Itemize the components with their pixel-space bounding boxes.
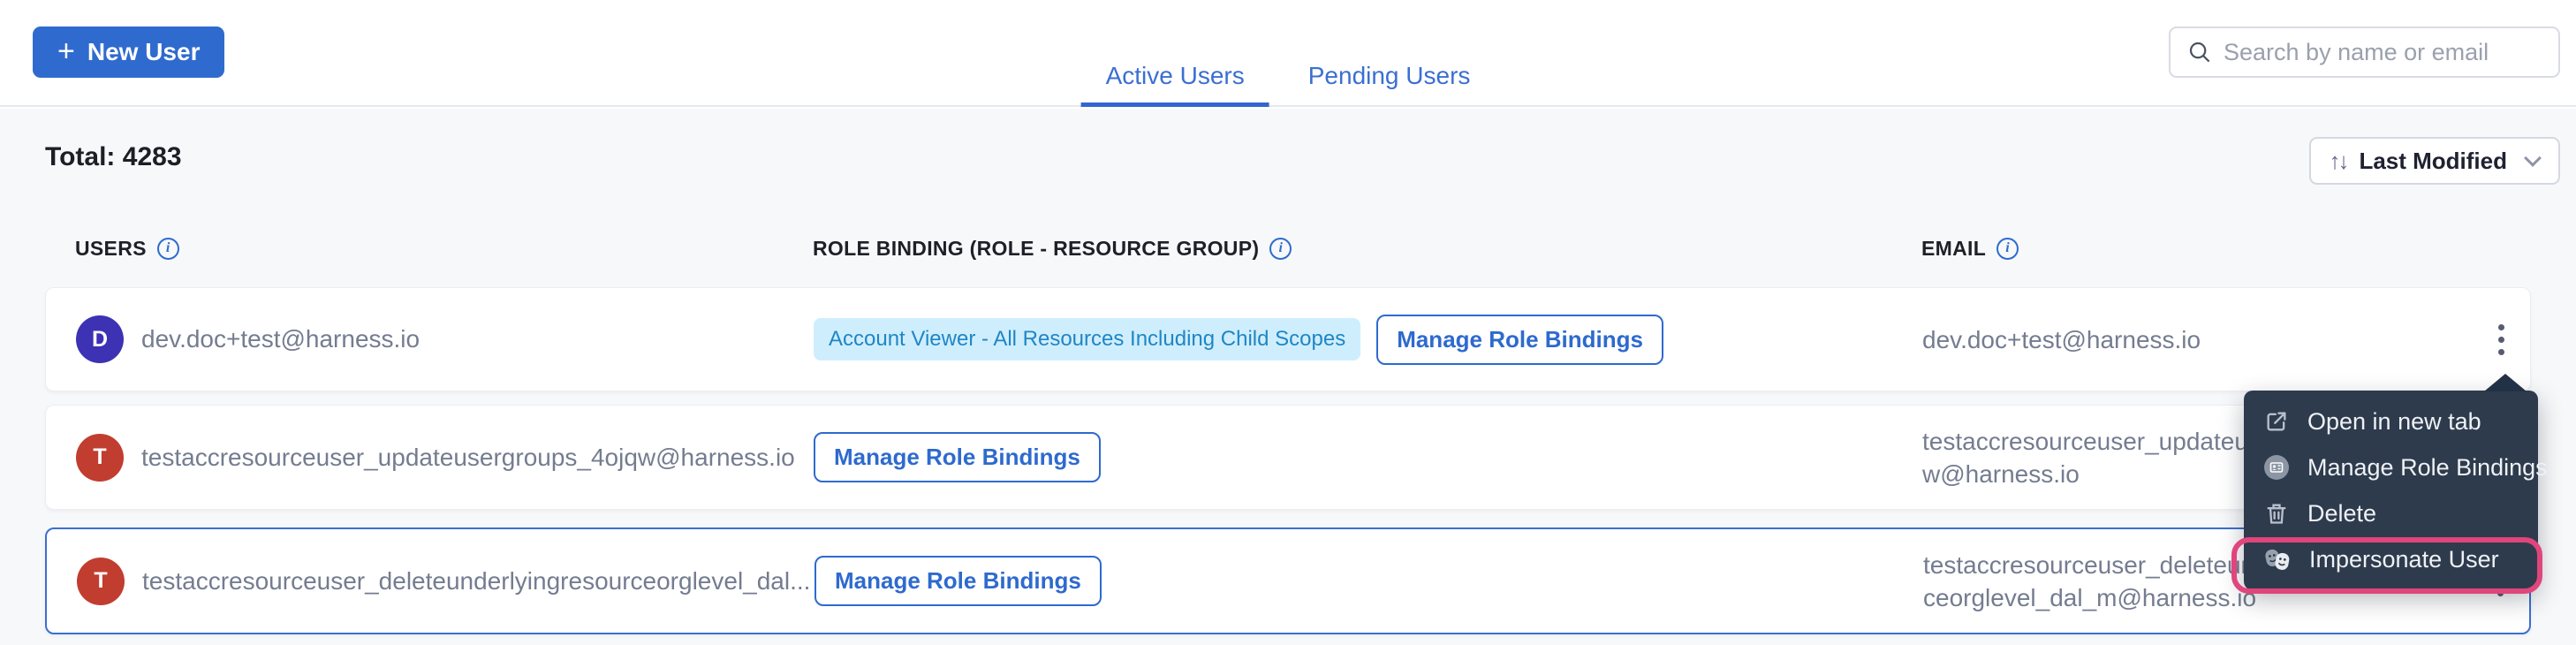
role-bindings-icon bbox=[2263, 454, 2290, 481]
manage-role-bindings-button[interactable]: Manage Role Bindings bbox=[814, 556, 1102, 606]
menu-caret bbox=[2484, 374, 2527, 391]
user-management-page: + New User Active Users Pending Users To… bbox=[0, 0, 2576, 645]
menu-item-open-in-new-tab[interactable]: Open in new tab bbox=[2244, 398, 2538, 444]
tab-pending-users[interactable]: Pending Users bbox=[1284, 62, 1496, 107]
total-count-label: Total: 4283 bbox=[45, 142, 182, 172]
menu-item-delete[interactable]: Delete bbox=[2244, 490, 2538, 536]
tab-active-users[interactable]: Active Users bbox=[1081, 62, 1269, 107]
top-header: + New User Active Users Pending Users bbox=[0, 0, 2576, 107]
menu-item-label: Manage Role Bindings bbox=[2307, 454, 2548, 482]
email-cell: dev.doc+test@harness.io bbox=[1922, 323, 2477, 356]
manage-role-bindings-button[interactable]: Manage Role Bindings bbox=[1376, 315, 1663, 365]
sort-arrows-icon: ↑↓ bbox=[2329, 148, 2346, 175]
info-icon[interactable]: i bbox=[1996, 238, 2019, 260]
role-binding-cell: Account Viewer - All Resources Including… bbox=[812, 315, 1922, 365]
row-context-menu: Open in new tab Manage Role Bindings bbox=[2244, 391, 2538, 590]
manage-role-bindings-button[interactable]: Manage Role Bindings bbox=[814, 432, 1101, 482]
table-row[interactable]: T testaccresourceuser_updateusergroups_4… bbox=[45, 405, 2531, 510]
open-in-new-tab-icon bbox=[2263, 409, 2290, 434]
user-name: testaccresourceuser_updateusergroups_4oj… bbox=[141, 444, 795, 472]
avatar: T bbox=[77, 558, 125, 605]
user-name: dev.doc+test@harness.io bbox=[141, 325, 420, 353]
search-icon bbox=[2186, 39, 2213, 65]
user-cell: D dev.doc+test@harness.io bbox=[46, 315, 812, 363]
user-cell: T testaccresourceuser_deleteunderlyingre… bbox=[47, 558, 813, 605]
plus-icon: + bbox=[57, 36, 75, 66]
email-header-label: EMAIL bbox=[1921, 237, 1986, 261]
column-header-role-binding: ROLE BINDING (ROLE - RESOURCE GROUP) i bbox=[811, 237, 1921, 261]
column-header-users: USERS i bbox=[45, 237, 811, 261]
user-cell: T testaccresourceuser_updateusergroups_4… bbox=[46, 434, 812, 482]
trash-icon bbox=[2263, 501, 2290, 526]
impersonate-masks-icon bbox=[2263, 546, 2292, 573]
new-user-button[interactable]: + New User bbox=[33, 27, 224, 78]
menu-item-label: Impersonate User bbox=[2309, 546, 2499, 573]
table-header-row: USERS i ROLE BINDING (ROLE - RESOURCE GR… bbox=[45, 231, 2531, 266]
role-binding-header-label: ROLE BINDING (ROLE - RESOURCE GROUP) bbox=[813, 237, 1259, 261]
role-binding-cell: Manage Role Bindings bbox=[813, 556, 1923, 606]
table-row-selected[interactable]: T testaccresourceuser_deleteunderlyingre… bbox=[45, 527, 2531, 634]
email-line: dev.doc+test@harness.io bbox=[1922, 323, 2477, 356]
content-area: Total: 4283 ↑↓ Last Modified USERS i ROL… bbox=[0, 109, 2576, 645]
sort-dropdown[interactable]: ↑↓ Last Modified bbox=[2309, 137, 2560, 185]
menu-item-label: Delete bbox=[2307, 500, 2376, 527]
new-user-button-label: New User bbox=[87, 38, 201, 66]
table-row[interactable]: D dev.doc+test@harness.io Account Viewer… bbox=[45, 287, 2531, 391]
menu-item-manage-role-bindings[interactable]: Manage Role Bindings bbox=[2244, 444, 2538, 490]
chevron-down-icon bbox=[2524, 149, 2542, 167]
sort-label: Last Modified bbox=[2359, 148, 2507, 175]
search-box bbox=[2169, 27, 2560, 78]
user-name: testaccresourceuser_deleteunderlyingreso… bbox=[142, 567, 810, 596]
users-header-label: USERS bbox=[75, 237, 147, 261]
column-header-email: EMAIL i bbox=[1921, 237, 2478, 261]
info-icon[interactable]: i bbox=[1269, 238, 1292, 260]
tab-bar: Active Users Pending Users bbox=[1081, 0, 1496, 107]
info-icon[interactable]: i bbox=[157, 238, 179, 260]
search-input[interactable] bbox=[2213, 28, 2558, 76]
row-menu-kebab-icon[interactable] bbox=[2477, 315, 2525, 363]
role-binding-cell: Manage Role Bindings bbox=[812, 432, 1922, 482]
role-binding-badge: Account Viewer - All Resources Including… bbox=[814, 318, 1360, 360]
avatar: D bbox=[76, 315, 124, 363]
menu-item-label: Open in new tab bbox=[2307, 408, 2481, 436]
menu-item-impersonate-user[interactable]: Impersonate User bbox=[2244, 536, 2538, 582]
avatar: T bbox=[76, 434, 124, 482]
